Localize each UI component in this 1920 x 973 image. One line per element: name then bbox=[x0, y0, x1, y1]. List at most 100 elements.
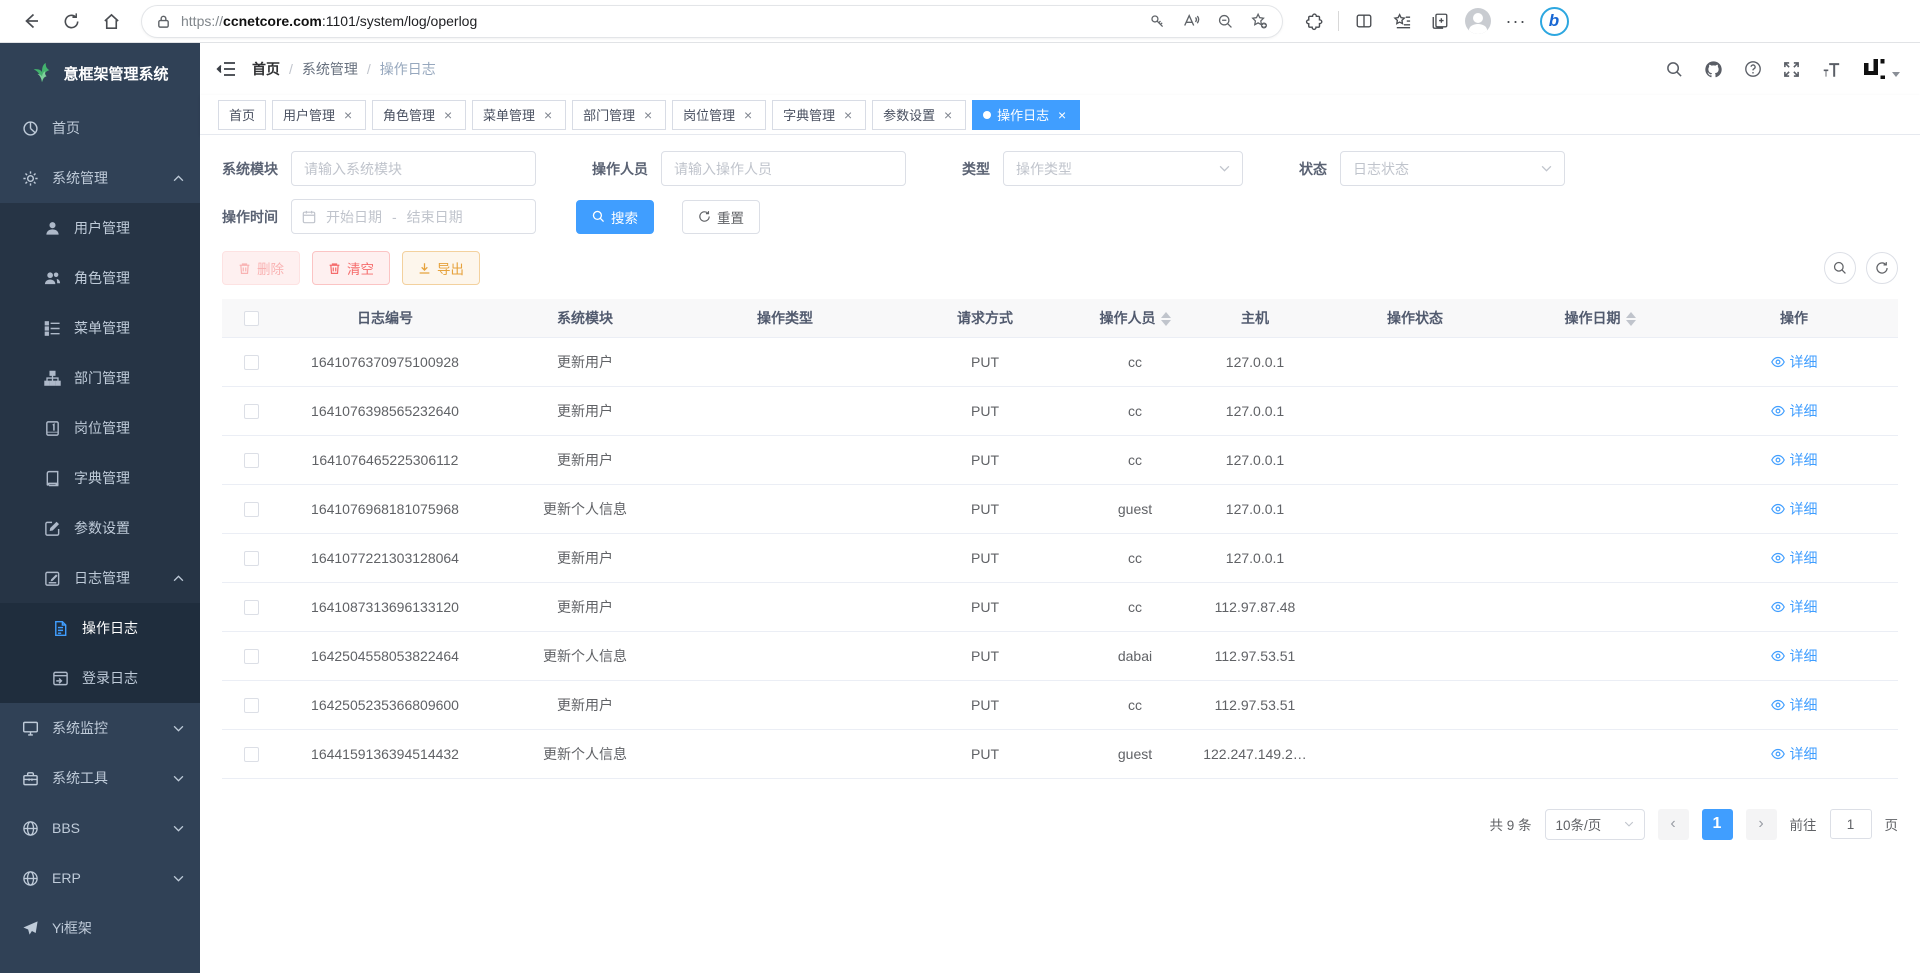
col-operator[interactable]: 操作人员 bbox=[1080, 299, 1190, 337]
detail-link[interactable]: 详细 bbox=[1771, 352, 1818, 372]
type-select[interactable]: 操作类型 bbox=[1003, 151, 1243, 186]
extensions-icon[interactable] bbox=[1296, 4, 1330, 38]
lock-icon[interactable] bbox=[156, 14, 171, 29]
favorite-star-icon[interactable] bbox=[1244, 6, 1274, 36]
help-icon[interactable] bbox=[1744, 60, 1762, 78]
goto-page-input[interactable] bbox=[1830, 809, 1872, 839]
zoom-out-icon[interactable] bbox=[1210, 6, 1240, 36]
delete-button[interactable]: 删除 bbox=[222, 251, 300, 285]
browser-back-button[interactable] bbox=[14, 4, 48, 38]
col-date[interactable]: 操作日期 bbox=[1510, 299, 1690, 337]
row-checkbox[interactable] bbox=[244, 698, 259, 713]
detail-link[interactable]: 详细 bbox=[1771, 695, 1818, 715]
close-icon[interactable]: × bbox=[341, 108, 355, 122]
detail-link[interactable]: 详细 bbox=[1771, 401, 1818, 421]
operator-input[interactable] bbox=[661, 151, 906, 186]
font-size-icon[interactable] bbox=[1821, 61, 1841, 78]
tag-dept-manage[interactable]: 部门管理× bbox=[572, 100, 666, 130]
page-size-select[interactable]: 10条/页 bbox=[1545, 809, 1645, 840]
sidebar-item-menu-manage[interactable]: 菜单管理 bbox=[0, 303, 200, 353]
row-checkbox[interactable] bbox=[244, 404, 259, 419]
breadcrumb-parent[interactable]: 系统管理 bbox=[302, 59, 358, 79]
tag-role-manage[interactable]: 角色管理× bbox=[372, 100, 466, 130]
sidebar-item-erp[interactable]: ERP bbox=[0, 853, 200, 903]
row-checkbox[interactable] bbox=[244, 453, 259, 468]
browser-menu-icon[interactable]: ··· bbox=[1499, 4, 1533, 38]
sidebar-item-bbs[interactable]: BBS bbox=[0, 803, 200, 853]
export-button[interactable]: 导出 bbox=[402, 251, 480, 285]
sidebar-item-dept-manage[interactable]: 部门管理 bbox=[0, 353, 200, 403]
tag-oper-log[interactable]: 操作日志× bbox=[972, 100, 1080, 130]
browser-home-button[interactable] bbox=[94, 4, 128, 38]
next-page-button[interactable]: › bbox=[1746, 809, 1777, 840]
prev-page-button[interactable]: ‹ bbox=[1658, 809, 1689, 840]
favorites-bar-icon[interactable] bbox=[1385, 4, 1419, 38]
sort-caret-icon[interactable] bbox=[1626, 312, 1636, 326]
sidebar-item-login-log[interactable]: 登录日志 bbox=[0, 653, 200, 703]
tag-post-manage[interactable]: 岗位管理× bbox=[672, 100, 766, 130]
browser-refresh-button[interactable] bbox=[54, 4, 88, 38]
row-checkbox[interactable] bbox=[244, 355, 259, 370]
refresh-table-button[interactable] bbox=[1866, 252, 1898, 284]
page-1-button[interactable]: 1 bbox=[1702, 809, 1733, 840]
row-checkbox[interactable] bbox=[244, 747, 259, 762]
sidebar-item-oper-log[interactable]: 操作日志 bbox=[0, 603, 200, 653]
sidebar-item-role-manage[interactable]: 角色管理 bbox=[0, 253, 200, 303]
header-search-icon[interactable] bbox=[1666, 61, 1683, 78]
sidebar-item-dict-manage[interactable]: 字典管理 bbox=[0, 453, 200, 503]
read-aloud-icon[interactable] bbox=[1176, 6, 1206, 36]
close-icon[interactable]: × bbox=[741, 108, 755, 122]
close-icon[interactable]: × bbox=[841, 108, 855, 122]
sidebar-item-system-monitor[interactable]: 系统监控 bbox=[0, 703, 200, 753]
clear-button[interactable]: 清空 bbox=[312, 251, 390, 285]
date-range-picker[interactable]: 开始日期 - 结束日期 bbox=[291, 199, 536, 234]
collections-icon[interactable] bbox=[1423, 4, 1457, 38]
sidebar-item-user-manage[interactable]: 用户管理 bbox=[0, 203, 200, 253]
row-checkbox[interactable] bbox=[244, 649, 259, 664]
close-icon[interactable]: × bbox=[441, 108, 455, 122]
sidebar-item-system-tools[interactable]: 系统工具 bbox=[0, 753, 200, 803]
detail-link[interactable]: 详细 bbox=[1771, 499, 1818, 519]
close-icon[interactable]: × bbox=[541, 108, 555, 122]
tag-home[interactable]: 首页 bbox=[218, 100, 266, 130]
detail-link[interactable]: 详细 bbox=[1771, 744, 1818, 764]
detail-link[interactable]: 详细 bbox=[1771, 450, 1818, 470]
password-key-icon[interactable] bbox=[1142, 6, 1172, 36]
sidebar-item-log-manage[interactable]: 日志管理 bbox=[0, 553, 200, 603]
module-input[interactable] bbox=[291, 151, 536, 186]
row-checkbox[interactable] bbox=[244, 502, 259, 517]
sidebar-item-system-manage[interactable]: 系统管理 bbox=[0, 153, 200, 203]
close-icon[interactable]: × bbox=[941, 108, 955, 122]
tag-menu-manage[interactable]: 菜单管理× bbox=[472, 100, 566, 130]
sidebar-fold-icon[interactable] bbox=[216, 60, 236, 78]
tag-dict-manage[interactable]: 字典管理× bbox=[772, 100, 866, 130]
row-checkbox[interactable] bbox=[244, 551, 259, 566]
row-checkbox[interactable] bbox=[244, 600, 259, 615]
breadcrumb-home[interactable]: 首页 bbox=[252, 59, 280, 79]
close-icon[interactable]: × bbox=[1055, 108, 1069, 122]
show-search-toggle-button[interactable] bbox=[1824, 252, 1856, 284]
sidebar-item-post-manage[interactable]: 岗位管理 bbox=[0, 403, 200, 453]
select-all-checkbox[interactable] bbox=[244, 311, 259, 326]
reset-button[interactable]: 重置 bbox=[682, 200, 760, 234]
fullscreen-icon[interactable] bbox=[1783, 61, 1800, 78]
detail-link[interactable]: 详细 bbox=[1771, 548, 1818, 568]
sidebar-item-yi-framework[interactable]: Yi框架 bbox=[0, 903, 200, 953]
sidebar-item-param-settings[interactable]: 参数设置 bbox=[0, 503, 200, 553]
status-select[interactable]: 日志状态 bbox=[1340, 151, 1565, 186]
bing-chat-icon[interactable]: b bbox=[1537, 4, 1571, 38]
user-avatar-logo[interactable] bbox=[1862, 57, 1900, 81]
search-button[interactable]: 搜索 bbox=[576, 200, 654, 234]
detail-link[interactable]: 详细 bbox=[1771, 597, 1818, 617]
sort-caret-icon[interactable] bbox=[1161, 312, 1171, 326]
detail-link[interactable]: 详细 bbox=[1771, 646, 1818, 666]
address-bar[interactable]: https://ccnetcore.com:1101/system/log/op… bbox=[142, 6, 1282, 37]
tag-user-manage[interactable]: 用户管理× bbox=[272, 100, 366, 130]
app-logo[interactable]: 意框架管理系统 bbox=[0, 43, 200, 103]
split-screen-icon[interactable] bbox=[1347, 4, 1381, 38]
sidebar-item-home[interactable]: 首页 bbox=[0, 103, 200, 153]
close-icon[interactable]: × bbox=[641, 108, 655, 122]
tag-param-settings[interactable]: 参数设置× bbox=[872, 100, 966, 130]
browser-profile-avatar[interactable] bbox=[1461, 4, 1495, 38]
github-icon[interactable] bbox=[1704, 60, 1723, 79]
